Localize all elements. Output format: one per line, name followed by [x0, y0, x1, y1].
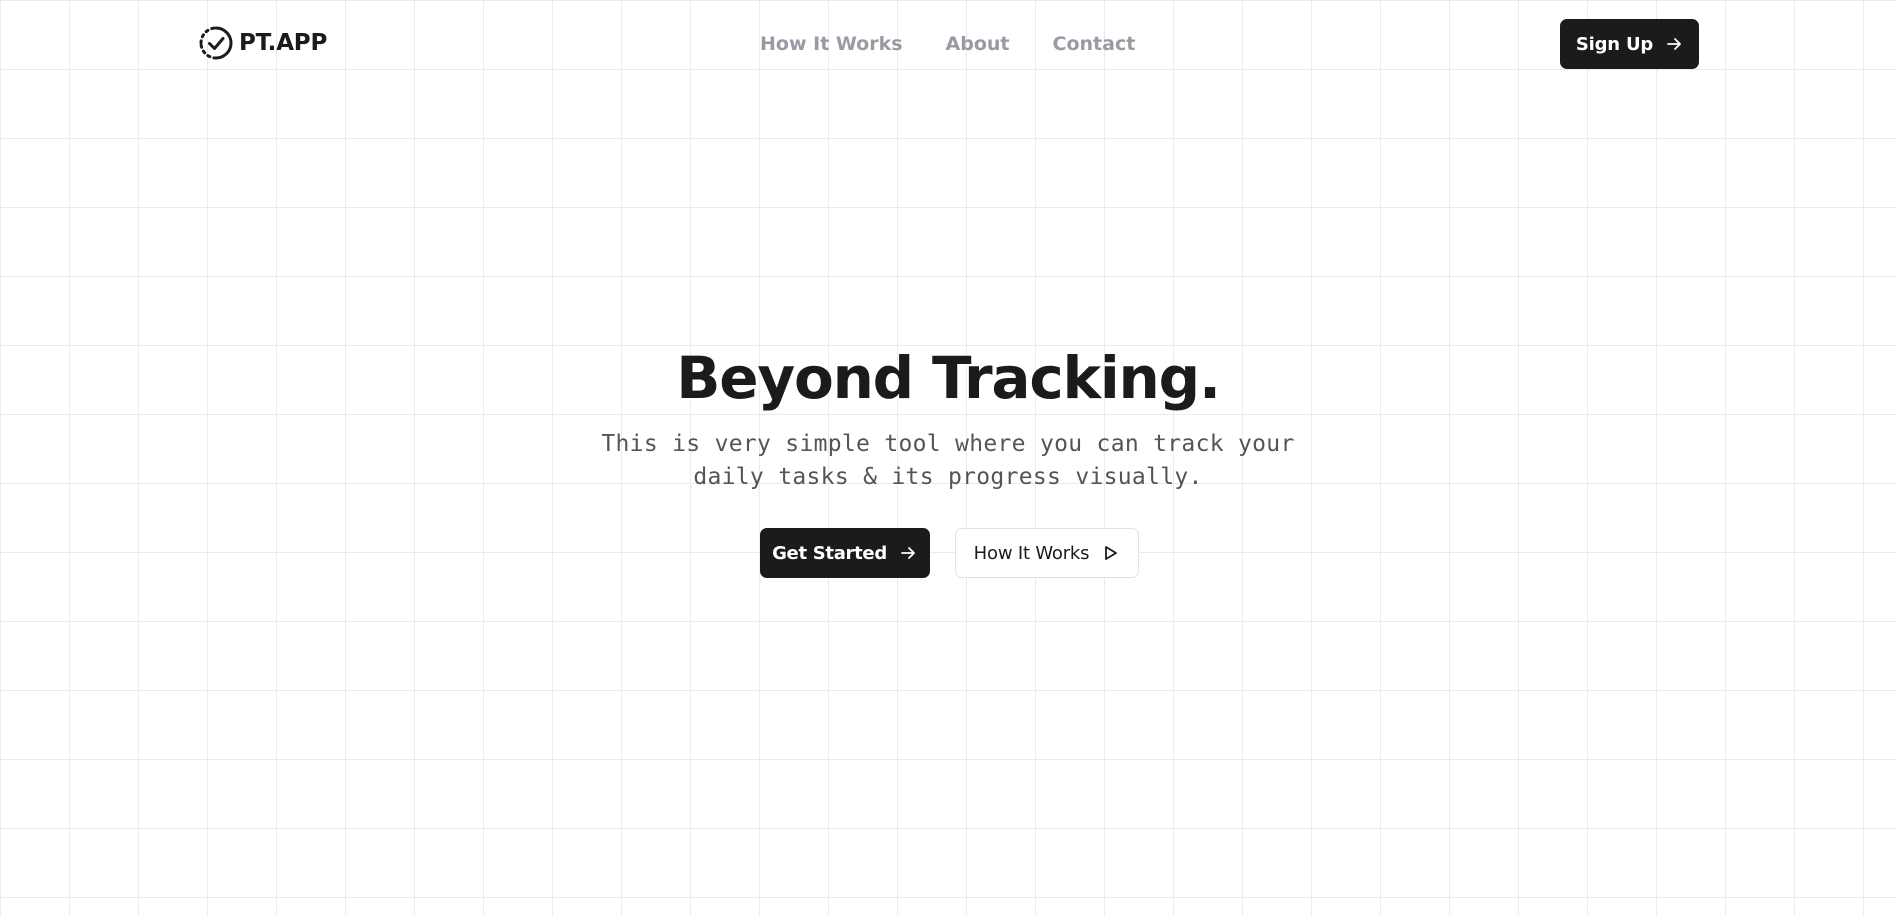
arrow-right-icon: [1667, 38, 1681, 50]
how-it-works-label: How It Works: [973, 542, 1090, 564]
hero-section: Beyond Tracking. This is very simple too…: [0, 340, 1896, 578]
sign-up-button[interactable]: Sign Up: [1560, 19, 1699, 69]
hero-actions: Get Started How It Works: [0, 528, 1896, 578]
sign-up-label: Sign Up: [1575, 33, 1654, 55]
get-started-button[interactable]: Get Started: [759, 528, 930, 578]
site-header: PT.APP How It Works About Contact Sign U…: [0, 0, 1896, 86]
nav-link-how-it-works[interactable]: How It Works: [760, 31, 903, 57]
how-it-works-button[interactable]: How It Works: [954, 528, 1139, 578]
get-started-label: Get Started: [772, 542, 887, 564]
main-nav: How It Works About Contact: [760, 31, 1135, 57]
play-icon: [1105, 546, 1118, 560]
progress-check-icon: [199, 26, 233, 60]
hero-subtitle: This is very simple tool where you can t…: [601, 431, 1295, 490]
brand-name: PT.APP: [239, 30, 328, 56]
nav-link-about[interactable]: About: [946, 31, 1010, 57]
arrow-right-icon: [901, 547, 915, 559]
brand-logo[interactable]: PT.APP: [198, 25, 327, 61]
hero-title: Beyond Tracking.: [676, 344, 1221, 412]
nav-link-contact[interactable]: Contact: [1053, 31, 1136, 57]
